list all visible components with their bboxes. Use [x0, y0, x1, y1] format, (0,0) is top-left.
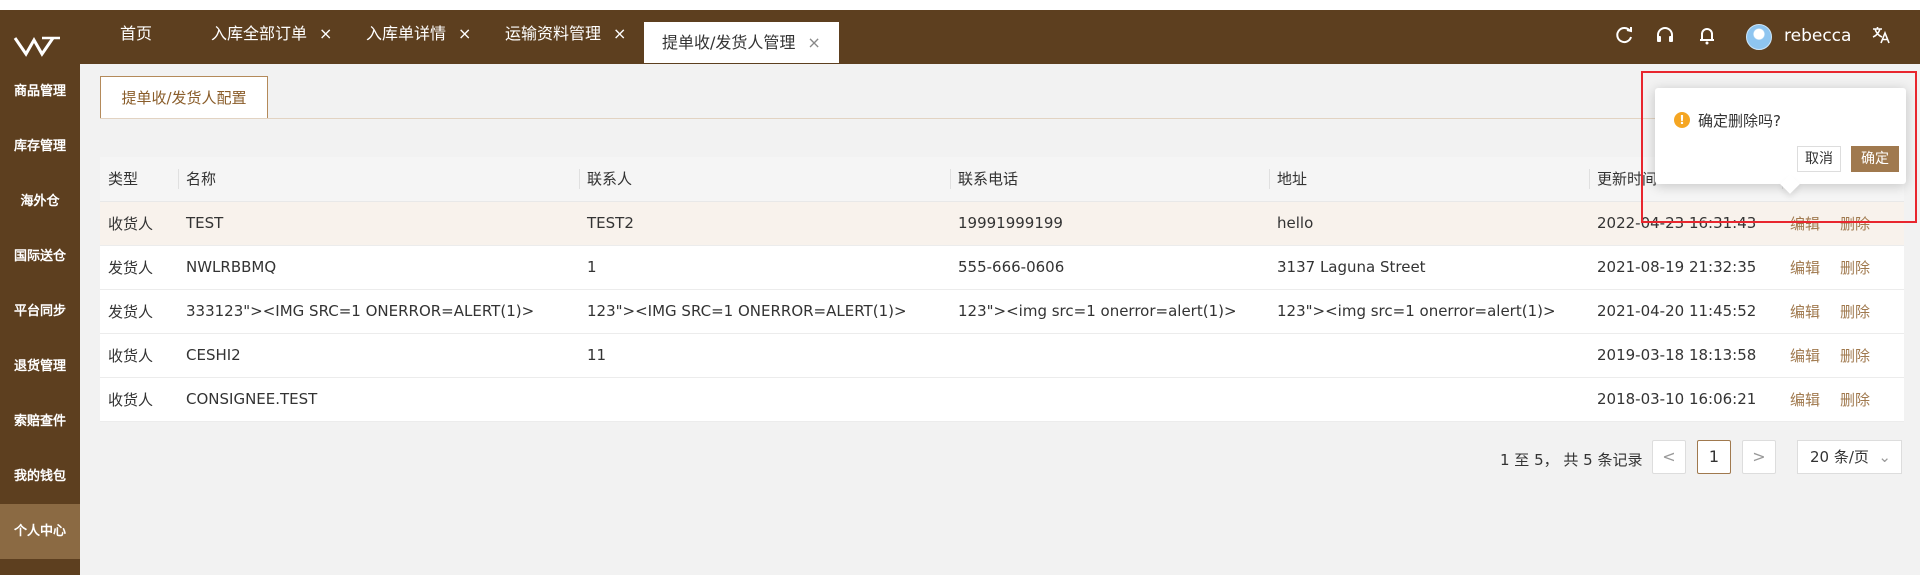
cell-actions: 编辑 删除 [1782, 245, 1904, 290]
close-icon[interactable]: × [807, 33, 820, 52]
sidebar-item-overseas-warehouse[interactable]: 海外仓 [0, 174, 80, 229]
edit-link[interactable]: 编辑 [1790, 391, 1820, 409]
table-row[interactable]: 收货人 CESHI2 11 2019-03-18 18:13:58 编辑 删除 [100, 333, 1904, 378]
cell-type: 收货人 [100, 201, 178, 246]
tab-transport-data[interactable]: 运输资料管理 × [505, 14, 626, 54]
cell-type: 发货人 [100, 245, 178, 290]
page-size-value: 20 条/页 [1810, 448, 1869, 466]
table-row[interactable]: 发货人 333123"><IMG SRC=1 ONERROR=ALERT(1)>… [100, 289, 1904, 334]
column-header: 类型 [100, 157, 178, 202]
tab-inbound-detail[interactable]: 入库单详情 × [366, 14, 471, 54]
edit-link[interactable]: 编辑 [1790, 303, 1820, 321]
cell-actions: 编辑 删除 [1782, 289, 1904, 334]
prev-page-button[interactable]: < [1652, 440, 1686, 474]
close-icon[interactable]: × [319, 24, 332, 43]
cell-name: 333123"><IMG SRC=1 ONERROR=ALERT(1)> [178, 289, 579, 334]
page-size-select[interactable]: 20 条/页 ⌄ [1797, 440, 1902, 474]
cell-address [1269, 333, 1589, 378]
sidebar-item-products[interactable]: 商品管理 [0, 64, 80, 119]
sidebar-item-wallet[interactable]: 我的钱包 [0, 449, 80, 504]
cell-address: 3137 Laguna Street [1269, 245, 1589, 290]
page-number-button[interactable]: 1 [1697, 440, 1731, 474]
cell-updated: 2021-08-19 21:32:35 [1589, 245, 1782, 290]
username[interactable]: rebecca [1784, 24, 1851, 48]
cell-contact: 1 [579, 245, 950, 290]
logo-icon [13, 36, 60, 57]
column-header: 地址 [1269, 157, 1589, 202]
sidebar-item-inventory[interactable]: 库存管理 [0, 119, 80, 174]
cell-name: CESHI2 [178, 333, 579, 378]
subtab-config[interactable]: 提单收/发货人配置 [100, 76, 268, 118]
tab-label: 首页 [120, 24, 153, 43]
sidebar-item-returns[interactable]: 退货管理 [0, 339, 80, 394]
cell-contact: 123"><IMG SRC=1 ONERROR=ALERT(1)> [579, 289, 950, 334]
top-strip [0, 0, 1920, 10]
cell-phone [950, 333, 1269, 378]
cell-phone: 19991999199 [950, 201, 1269, 246]
cell-updated: 2018-03-10 16:06:21 [1589, 377, 1782, 422]
translate-icon[interactable] [1870, 24, 1892, 46]
column-header: 联系人 [579, 157, 950, 202]
cell-name: CONSIGNEE.TEST [178, 377, 579, 422]
sidebar: 商品管理 库存管理 海外仓 国际送仓 平台同步 退货管理 索赔查件 我的钱包 个… [0, 64, 80, 575]
tab-home[interactable]: 首页 [120, 14, 152, 54]
pagination-info: 1 至 5， 共 5 条记录 [1500, 451, 1643, 469]
cell-phone [950, 377, 1269, 422]
bell-icon[interactable] [1696, 24, 1718, 46]
column-header: 联系电话 [950, 157, 1269, 202]
subtab-divider [100, 118, 1904, 119]
cell-phone: 123"><img src=1 onerror=alert(1)> [950, 289, 1269, 334]
cell-name: TEST [178, 201, 579, 246]
cell-address: hello [1269, 201, 1589, 246]
cell-actions: 编辑 删除 [1782, 333, 1904, 378]
next-page-button[interactable]: > [1742, 440, 1776, 474]
cell-phone: 555-666-0606 [950, 245, 1269, 290]
close-icon[interactable]: × [458, 24, 471, 43]
tab-consignor-consignee[interactable]: 提单收/发货人管理 × [644, 22, 839, 63]
table-header-row: 类型 名称 联系人 联系电话 地址 更新时间 [100, 157, 1904, 202]
sidebar-item-intl-delivery[interactable]: 国际送仓 [0, 229, 80, 284]
headset-icon[interactable] [1654, 24, 1676, 46]
chevron-down-icon: ⌄ [1878, 448, 1891, 466]
avatar[interactable] [1746, 24, 1772, 50]
sidebar-item-platform-sync[interactable]: 平台同步 [0, 284, 80, 339]
highlight-box [1641, 71, 1917, 223]
cell-type: 发货人 [100, 289, 178, 334]
cell-type: 收货人 [100, 377, 178, 422]
cell-contact: 11 [579, 333, 950, 378]
cell-updated: 2021-04-20 11:45:52 [1589, 289, 1782, 334]
tab-label: 入库单详情 [366, 24, 447, 43]
cell-address [1269, 377, 1589, 422]
column-header: 名称 [178, 157, 579, 202]
edit-link[interactable]: 编辑 [1790, 347, 1820, 365]
cell-contact: TEST2 [579, 201, 950, 246]
table-row[interactable]: 收货人 CONSIGNEE.TEST 2018-03-10 16:06:21 编… [100, 377, 1904, 422]
cell-type: 收货人 [100, 333, 178, 378]
sidebar-item-claims[interactable]: 索赔查件 [0, 394, 80, 449]
tab-all-inbound-orders[interactable]: 入库全部订单 × [211, 14, 332, 54]
tab-label: 提单收/发货人管理 [662, 33, 796, 52]
table-row[interactable]: 收货人 TEST TEST2 19991999199 hello 2022-04… [100, 201, 1904, 246]
tab-label: 入库全部订单 [211, 24, 308, 43]
data-table: 类型 名称 联系人 联系电话 地址 更新时间 收货人 TEST TEST2 19… [100, 157, 1904, 422]
cell-actions: 编辑 删除 [1782, 377, 1904, 422]
cell-updated: 2019-03-18 18:13:58 [1589, 333, 1782, 378]
cell-contact [579, 377, 950, 422]
refresh-icon[interactable] [1613, 24, 1635, 46]
edit-link[interactable]: 编辑 [1790, 259, 1820, 277]
delete-link[interactable]: 删除 [1840, 303, 1870, 321]
sidebar-item-personal-center[interactable]: 个人中心 [0, 504, 80, 559]
close-icon[interactable]: × [613, 24, 626, 43]
cell-name: NWLRBBMQ [178, 245, 579, 290]
table-row[interactable]: 发货人 NWLRBBMQ 1 555-666-0606 3137 Laguna … [100, 245, 1904, 290]
delete-link[interactable]: 删除 [1840, 391, 1870, 409]
delete-link[interactable]: 删除 [1840, 259, 1870, 277]
cell-address: 123"><img src=1 onerror=alert(1)> [1269, 289, 1589, 334]
delete-link[interactable]: 删除 [1840, 347, 1870, 365]
tab-label: 运输资料管理 [505, 24, 602, 43]
